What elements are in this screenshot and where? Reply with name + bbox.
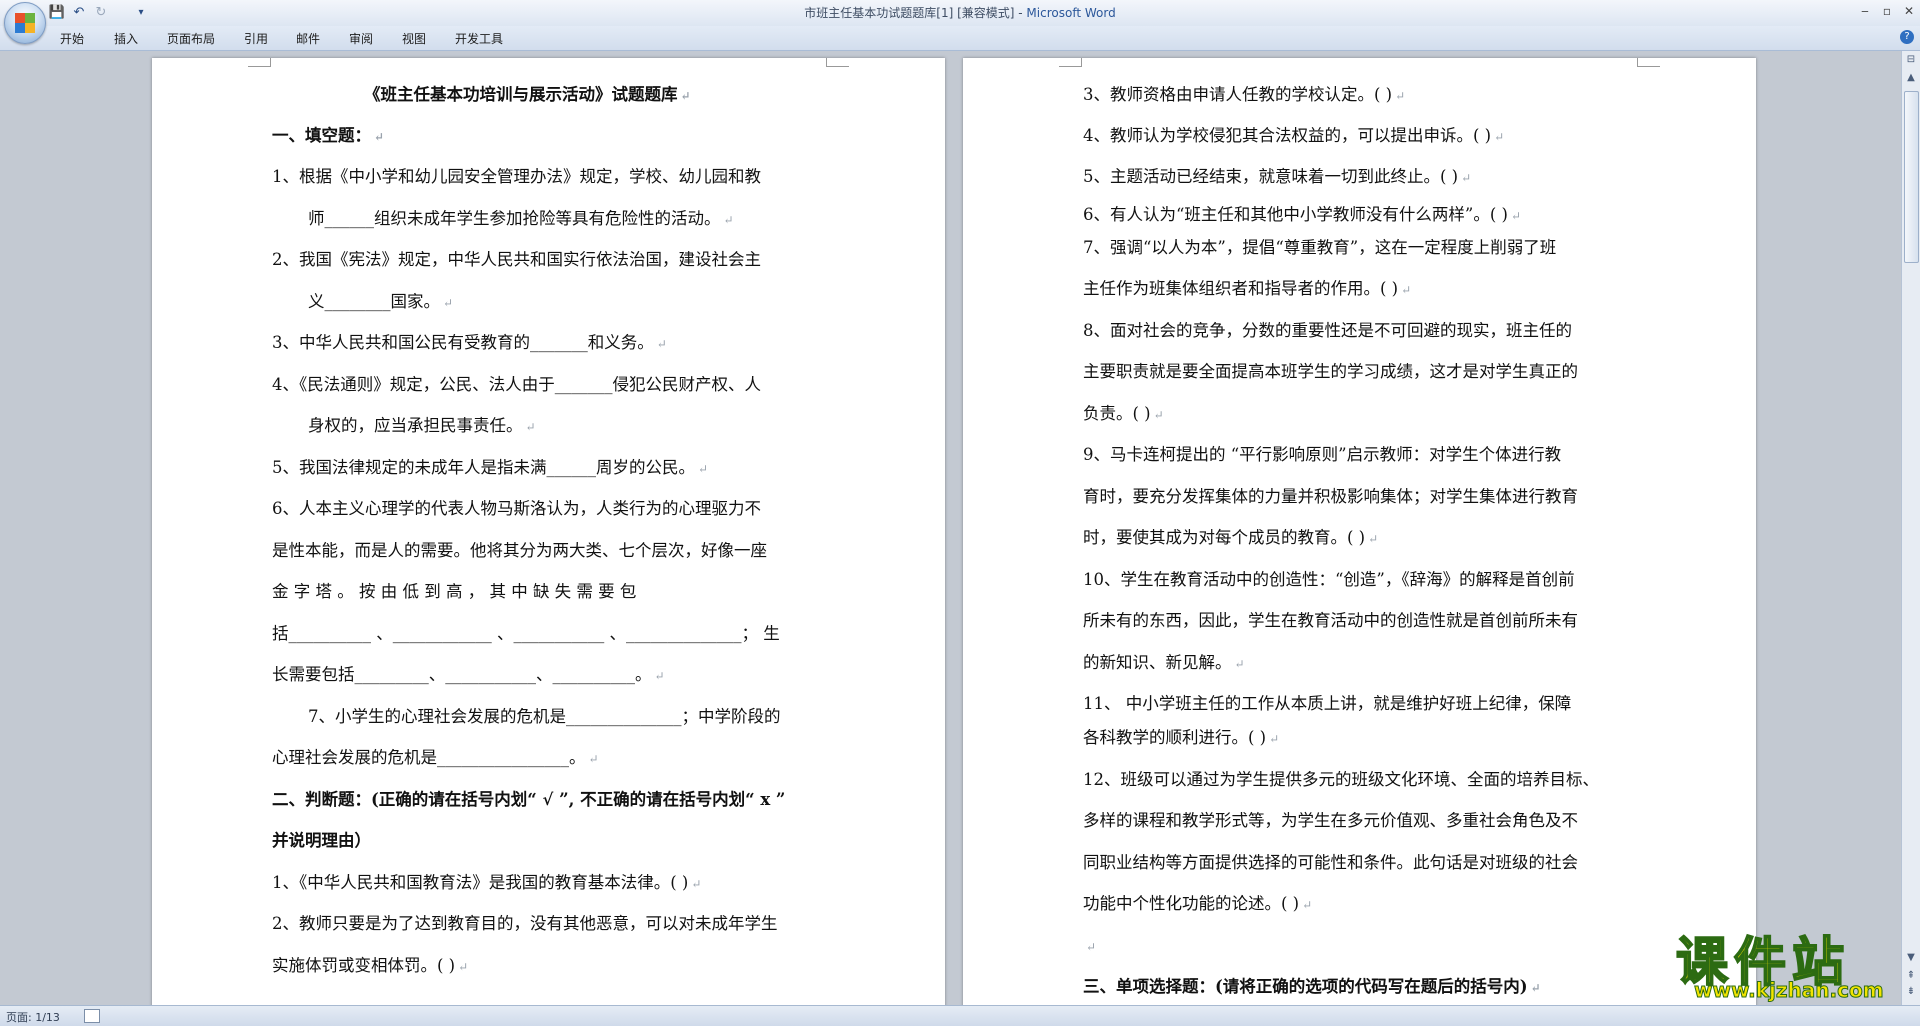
office-button[interactable] xyxy=(4,2,46,44)
question-text: 义________国家。 ↵ xyxy=(308,292,454,311)
question-text: 心理社会发展的危机是________________。 ↵ xyxy=(272,748,599,767)
question-text: 6、人本主义心理学的代表人物马斯洛认为，人类行为的心理驱力不 xyxy=(272,499,761,518)
empty-paragraph: ↵ xyxy=(1086,940,1097,954)
tab-insert[interactable]: 插入 xyxy=(114,30,138,47)
question-text: 是性本能，而是人的需要。他将其分为两大类、七个层次，好像一座 xyxy=(272,541,767,560)
watermark-logo: 课件站 www.kjzhan.com xyxy=(1668,920,1904,1003)
question-text: 5、我国法律规定的未成年人是指未满______周岁的公民。 ↵ xyxy=(272,458,709,477)
proofing-icon[interactable] xyxy=(84,1009,100,1023)
question-text: 2、教师只要是为了达到教育目的，没有其他恶意，可以对未成年学生 xyxy=(272,914,778,933)
question-text: 1、根据《中小学和幼儿园安全管理办法》规定，学校、幼儿园和教 xyxy=(272,167,761,186)
section-heading: 三、单项选择题：(请将正确的选项的代码写在题后的括号内) ↵ xyxy=(1083,977,1541,996)
question-text: 7、小学生的心理社会发展的危机是______________；中学阶段的 xyxy=(308,707,781,726)
section-heading: 并说明理由） xyxy=(272,831,371,850)
question-text: 所未有的东西，因此，学生在教育活动中的创造性就是首创前所未有 xyxy=(1083,611,1578,630)
document-workspace: 《班主任基本功培训与展示活动》试题题库 ↵ 一、填空题： ↵ 1、根据《中小学和幼儿… xyxy=(0,51,1902,1005)
scroll-down-icon[interactable]: ▼ xyxy=(1904,951,1918,965)
document-title: 市班主任基本功试题题库[1] [兼容模式] - xyxy=(804,6,1027,20)
scroll-thumb[interactable] xyxy=(1904,91,1919,263)
margin-corner xyxy=(248,58,271,67)
office-logo-icon xyxy=(15,13,35,33)
document-page-1[interactable]: 《班主任基本功培训与展示活动》试题题库 ↵ 一、填空题： ↵ 1、根据《中小学和幼儿… xyxy=(152,58,945,1005)
scroll-up-icon[interactable]: ▲ xyxy=(1904,71,1918,85)
question-text: 功能中个性化功能的论述。( ) ↵ xyxy=(1083,894,1313,913)
question-text: 长需要包括_________、___________、__________。 ↵ xyxy=(272,665,665,684)
question-text: 4、《民法通则》规定，公民、法人由于_______侵犯公民财产权、人 xyxy=(272,375,761,394)
tab-page-layout[interactable]: 页面布局 xyxy=(167,30,215,47)
question-text: 4、教师认为学校侵犯其合法权益的，可以提出申诉。( ) ↵ xyxy=(1083,126,1505,145)
question-text: 身权的，应当承担民事责任。 ↵ xyxy=(308,416,536,435)
tab-developer[interactable]: 开发工具 xyxy=(455,30,503,47)
tab-review[interactable]: 审阅 xyxy=(349,30,373,47)
question-text: 金 字 塔 。 按 由 低 到 高 ， 其 中 缺 失 需 要 包 xyxy=(272,582,637,601)
next-page-icon[interactable]: ⇟ xyxy=(1904,985,1918,999)
margin-corner xyxy=(1637,58,1660,67)
question-text: 括__________ 、____________ 、___________ 、… xyxy=(272,624,780,643)
status-bar: 页面: 1/13 xyxy=(0,1005,1920,1026)
margin-corner xyxy=(1059,58,1082,67)
tab-mailings[interactable]: 邮件 xyxy=(296,30,320,47)
title-bar: 💾 ↶ ↻ ▾ 市班主任基本功试题题库[1] [兼容模式] - Microsof… xyxy=(0,0,1920,44)
question-text: 6、有人认为“班主任和其他中小学教师没有什么两样”。( ) ↵ xyxy=(1083,205,1522,224)
tab-references[interactable]: 引用 xyxy=(244,30,268,47)
question-text: 12、班级可以通过为学生提供多元的班级文化环境、全面的培养目标、 xyxy=(1083,770,1599,789)
question-text: 10、学生在教育活动中的创造性：“创造”，《辞海》的解释是首创前 xyxy=(1083,570,1575,589)
ruler-toggle-icon[interactable]: ⊟ xyxy=(1904,53,1918,67)
question-text: 8、面对社会的竞争，分数的重要性还是不可回避的现实，班主任的 xyxy=(1083,321,1572,340)
document-page-2[interactable]: 3、教师资格由申请人任教的学校认定。( ) ↵ 4、教师认为学校侵犯其合法权益的，… xyxy=(963,58,1756,1005)
close-button[interactable]: ✕ xyxy=(1898,2,1920,20)
question-text: 11、 中小学班主任的工作从本质上讲，就是维护好班上纪律，保障 xyxy=(1083,694,1572,713)
document-title-line: 《班主任基本功培训与展示活动》试题题库 ↵ xyxy=(364,85,691,104)
question-text: 9、马卡连柯提出的 “平行影响原则”启示教师：对学生个体进行教 xyxy=(1083,445,1562,464)
question-text: 主要职责就是要全面提高本班学生的学习成绩，这才是对学生真正的 xyxy=(1083,362,1578,381)
question-text: 的新知识、新见解。 ↵ xyxy=(1083,653,1245,672)
vertical-scrollbar[interactable]: ⊟ ▲ ▼ ⇞ ⇟ xyxy=(1901,51,1920,1005)
tab-view[interactable]: 视图 xyxy=(402,30,426,47)
question-text: 时，要使其成为对每个成员的教育。( ) ↵ xyxy=(1083,528,1379,547)
question-text: 师______组织未成年学生参加抢险等具有危险性的活动。 ↵ xyxy=(308,209,734,228)
watermark-url: www.kjzhan.com xyxy=(1694,978,1885,1003)
question-text: 5、主题活动已经结束，就意味着一切到此终止。( ) ↵ xyxy=(1083,167,1472,186)
window-title: 市班主任基本功试题题库[1] [兼容模式] - Microsoft Word xyxy=(0,4,1920,21)
section-heading: 一、填空题： ↵ xyxy=(272,126,385,145)
question-text: 3、教师资格由申请人任教的学校认定。( ) ↵ xyxy=(1083,85,1406,104)
question-text: 主任作为班集体组织者和指导者的作用。( ) ↵ xyxy=(1083,279,1412,298)
margin-corner xyxy=(826,58,849,67)
minimize-button[interactable]: ‒ xyxy=(1854,2,1876,20)
question-text: 实施体罚或变相体罚。( ) ↵ xyxy=(272,956,469,975)
page-count[interactable]: 页面: 1/13 xyxy=(6,1009,60,1025)
question-text: 3、中华人民共和国公民有受教育的_______和义务。 ↵ xyxy=(272,333,667,352)
tab-home[interactable]: 开始 xyxy=(60,30,84,47)
question-text: 1、《中华人民共和国教育法》是我国的教育基本法律。( ) ↵ xyxy=(272,873,702,892)
previous-page-icon[interactable]: ⇞ xyxy=(1904,969,1918,983)
question-text: 育时，要充分发挥集体的力量并积极影响集体；对学生集体进行教育 xyxy=(1083,487,1578,506)
question-text: 多样的课程和教学形式等，为学生在多元价值观、多重社会角色及不 xyxy=(1083,811,1578,830)
ribbon-tabs: 开始 插入 页面布局 引用 邮件 审阅 视图 开发工具 ? xyxy=(0,26,1920,51)
question-text: 同职业结构等方面提供选择的可能性和条件。此句话是对班级的社会 xyxy=(1083,853,1578,872)
question-text: 2、我国《宪法》规定，中华人民共和国实行依法治国，建设社会主 xyxy=(272,250,761,269)
maximize-button[interactable]: ▫ xyxy=(1876,2,1898,20)
question-text: 7、强调“以人为本”，提倡“尊重教育”，这在一定程度上削弱了班 xyxy=(1083,238,1557,257)
question-text: 负责。( ) ↵ xyxy=(1083,404,1164,423)
help-icon[interactable]: ? xyxy=(1900,30,1914,44)
section-heading: 二、判断题：(正确的请在括号内划“ √ ”, 不正确的请在括号内划“ x ” xyxy=(272,790,786,809)
question-text: 各科教学的顺利进行。( ) ↵ xyxy=(1083,728,1280,747)
app-name: Microsoft Word xyxy=(1026,6,1116,20)
